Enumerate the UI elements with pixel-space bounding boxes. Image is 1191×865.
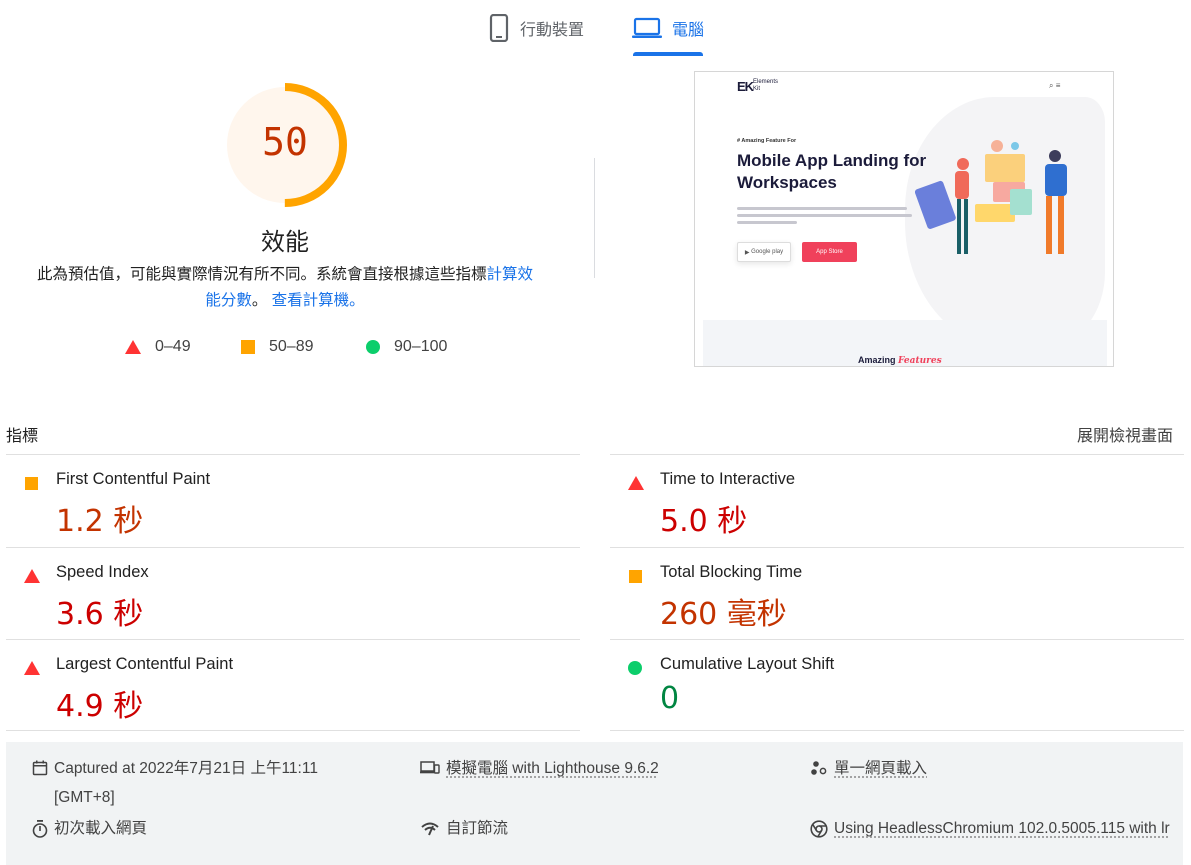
metric-value: 5.0 秒 — [660, 504, 748, 539]
metric-time-to-interactive: Time to Interactive 5.0 秒 — [610, 454, 1184, 547]
metric-title: Speed Index — [56, 563, 149, 581]
fail-triangle-icon — [24, 661, 40, 675]
signal-icon — [421, 822, 439, 836]
legend-pass: 90–100 — [366, 338, 447, 356]
bottom-heading-text: Amazing — [858, 355, 896, 365]
legend-fail: 0–49 — [125, 338, 191, 356]
browser-text: Using HeadlessChromium 102.0.5005.115 wi… — [834, 820, 1170, 837]
stopwatch-icon — [32, 820, 48, 838]
single-page-load-text: 單一網頁載入 — [834, 760, 928, 777]
legend-pass-label: 90–100 — [394, 338, 448, 355]
screenshot-headline: Mobile App Landing for Workspaces — [737, 151, 927, 192]
metric-value: 4.9 秒 — [56, 689, 144, 724]
fail-triangle-icon — [24, 569, 40, 583]
metric-cumulative-layout-shift: Cumulative Layout Shift 0 — [610, 639, 1184, 731]
metric-total-blocking-time: Total Blocking Time 260 毫秒 — [610, 547, 1184, 640]
score-value: 50 — [262, 120, 308, 164]
metric-value: 3.6 秒 — [56, 597, 144, 632]
metric-title: Time to Interactive — [660, 470, 796, 488]
screenshot-bottom-heading: Amazing Features — [858, 355, 942, 366]
metric-value: 1.2 秒 — [56, 504, 144, 539]
metric-title: Cumulative Layout Shift — [660, 655, 835, 673]
runtime-single-page-load[interactable]: 單一網頁載入 — [810, 754, 927, 783]
description-separator: 。 — [251, 292, 268, 309]
laptop-icon — [632, 17, 662, 38]
score-title: 效能 — [261, 229, 309, 256]
runtime-throttling: 自訂節流 — [420, 814, 508, 843]
calendar-icon — [32, 760, 48, 776]
average-square-icon — [24, 476, 38, 490]
average-square-icon — [241, 340, 255, 354]
devices-icon — [420, 761, 440, 774]
screenshot-nav-icons: ⌕ ≡ — [1049, 81, 1061, 90]
throttling-text: 自訂節流 — [446, 820, 509, 837]
chrome-icon — [810, 820, 828, 838]
legend-average: 50–89 — [241, 338, 314, 356]
runtime-initial-load: 初次載入網頁 — [32, 814, 147, 843]
vertical-divider — [594, 158, 595, 278]
screenshot-logo-text: Elements Kit — [753, 79, 779, 92]
app-store-label: App Store — [816, 249, 843, 255]
screenshot-google-play-button: ▶ Google play — [737, 242, 791, 262]
metric-value: 260 毫秒 — [660, 597, 787, 632]
initial-load-text: 初次載入網頁 — [54, 820, 148, 837]
tab-mobile-label: 行動裝置 — [520, 22, 585, 39]
bottom-heading-accent: Features — [898, 356, 942, 366]
pass-circle-icon — [628, 661, 642, 675]
fail-triangle-icon — [628, 476, 644, 490]
score-description-text: 此為預估值，可能與實際情況有所不同。系統會直接根據這些指標 — [36, 266, 487, 283]
screenshot-eyebrow: # Amazing Feature For — [737, 138, 797, 144]
expand-view-toggle[interactable]: 展開檢視畫面 — [1077, 422, 1173, 446]
metric-title: First Contentful Paint — [56, 470, 211, 488]
screenshot-app-store-button: App Store — [802, 242, 857, 262]
tab-mobile[interactable]: 行動裝置 — [488, 0, 584, 56]
emulation-text: 模擬電腦 with Lighthouse 9.6.2 — [446, 760, 659, 777]
metric-first-contentful-paint: First Contentful Paint 1.2 秒 — [6, 454, 580, 547]
legend-average-label: 50–89 — [269, 338, 314, 355]
screenshot-logo-mark: EK — [737, 79, 754, 94]
device-tabs: 行動裝置 電腦 — [0, 0, 1191, 56]
metric-title: Total Blocking Time — [660, 563, 803, 581]
score-description: 此為預估值，可能與實際情況有所不同。系統會直接根據這些指標計算效能分數。 查看計… — [30, 262, 540, 314]
tab-desktop[interactable]: 電腦 — [632, 0, 704, 56]
screenshot-illustration — [915, 140, 1067, 254]
view-calculator-link[interactable]: 查看計算機。 — [272, 292, 365, 309]
runtime-browser[interactable]: Using HeadlessChromium 102.0.5005.115 wi… — [810, 814, 1180, 843]
active-tab-indicator — [633, 52, 703, 56]
runtime-settings: Captured at 2022年7月21日 上午11:11 [GMT+8] 模… — [6, 742, 1183, 865]
runtime-emulation[interactable]: 模擬電腦 with Lighthouse 9.6.2 — [420, 754, 659, 783]
metrics-header: 指標 — [6, 428, 39, 445]
google-play-label: Google play — [751, 249, 784, 255]
pass-circle-icon — [366, 340, 380, 354]
legend-fail-label: 0–49 — [155, 338, 191, 355]
dots-icon — [811, 761, 827, 775]
tab-desktop-label: 電腦 — [672, 22, 705, 39]
metric-largest-contentful-paint: Largest Contentful Paint 4.9 秒 — [6, 639, 580, 731]
fail-triangle-icon — [125, 340, 141, 354]
final-screenshot[interactable]: EK Elements Kit ⌕ ≡ # Amazing Feature Fo… — [694, 71, 1114, 367]
captured-at-text: Captured at 2022年7月21日 上午11:11 [GMT+8] — [54, 760, 318, 806]
metric-title: Largest Contentful Paint — [56, 655, 234, 673]
average-square-icon — [628, 569, 642, 583]
metric-value: 0 — [660, 681, 680, 716]
metric-speed-index: Speed Index 3.6 秒 — [6, 547, 580, 640]
smartphone-icon — [489, 14, 509, 42]
screenshot-body-text — [737, 207, 917, 228]
runtime-captured-at: Captured at 2022年7月21日 上午11:11 [GMT+8] — [32, 754, 362, 812]
